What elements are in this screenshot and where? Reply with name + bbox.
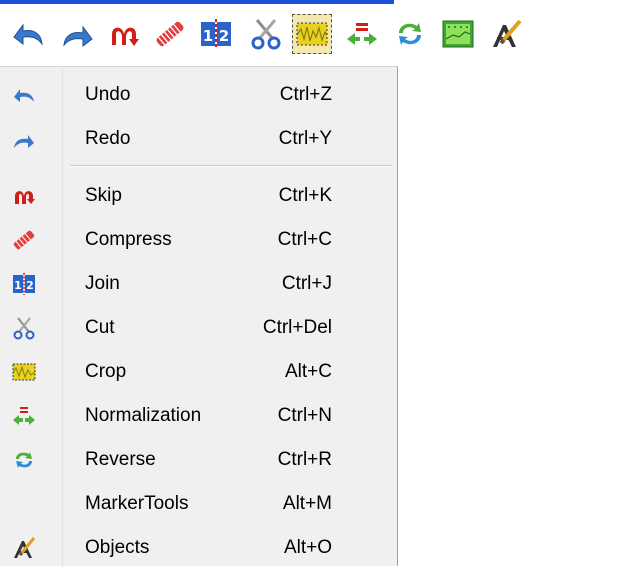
toolbar-redo-button[interactable] <box>58 14 98 54</box>
join-icon: 12 <box>12 272 36 296</box>
menu-item-compress[interactable]: Compress Ctrl+C <box>0 218 396 262</box>
menu-item-normalization[interactable]: Normalization Ctrl+N <box>0 394 396 438</box>
menu-item-reverse[interactable]: Reverse Ctrl+R <box>0 438 396 482</box>
menu-shortcut: Ctrl+Del <box>262 317 332 338</box>
menu-shortcut: Ctrl+N <box>277 405 332 426</box>
menu-shortcut: Ctrl+K <box>278 185 332 206</box>
menu-label: Crop <box>85 361 127 382</box>
toolbar-reverse-button[interactable] <box>390 14 430 54</box>
toolbar-compress-button[interactable] <box>150 14 190 54</box>
undo-icon <box>12 83 36 107</box>
menu-item-cut[interactable]: Cut Ctrl+Del <box>0 306 396 350</box>
menu-label: Skip <box>85 185 122 206</box>
menu-shortcut: Ctrl+Z <box>279 84 332 105</box>
toolbar-cut-button[interactable] <box>246 14 286 54</box>
normalization-icon <box>12 404 36 428</box>
menu-item-crop[interactable]: Crop Alt+C <box>0 350 396 394</box>
menu-item-markertools[interactable]: MarkerTools Alt+M <box>0 482 396 526</box>
menu-label: Undo <box>85 84 131 105</box>
skip-icon <box>112 27 139 46</box>
svg-text:2: 2 <box>26 279 34 292</box>
toolbar-join-button[interactable]: 12 <box>196 14 236 54</box>
menu-label: Redo <box>85 128 131 149</box>
redo-icon <box>63 25 93 48</box>
edit-menu: Undo Ctrl+Z Redo Ctrl+Y Skip Ctrl+K Comp… <box>0 66 398 567</box>
menu-shortcut: Alt+C <box>285 361 332 382</box>
menu-item-redo[interactable]: Redo Ctrl+Y <box>0 117 396 161</box>
toolbar-accent-bar <box>0 0 394 4</box>
svg-text:1: 1 <box>203 27 213 45</box>
menu-item-skip[interactable]: Skip Ctrl+K <box>0 174 396 218</box>
menu-item-objects[interactable]: Objects Alt+O <box>0 526 396 570</box>
objects-icon <box>493 19 522 47</box>
menu-label: MarkerTools <box>85 493 189 514</box>
redo-icon <box>12 127 36 151</box>
svg-text:1: 1 <box>14 279 22 292</box>
cut-icon <box>251 19 281 50</box>
reverse-icon <box>12 448 36 472</box>
markertools-icon <box>442 20 474 48</box>
menu-item-undo[interactable]: Undo Ctrl+Z <box>0 73 396 117</box>
cut-icon <box>12 316 36 340</box>
menu-item-join[interactable]: 12 Join Ctrl+J <box>0 262 396 306</box>
menu-shortcut: Alt+O <box>283 537 332 558</box>
toolbar-markertools-button[interactable] <box>438 14 478 54</box>
toolbar-objects-button[interactable] <box>486 14 526 54</box>
menu-shortcut: Ctrl+C <box>277 229 332 250</box>
skip-icon <box>12 184 36 208</box>
reverse-icon <box>399 23 421 45</box>
menu-separator <box>70 165 392 167</box>
crop-icon <box>12 360 36 384</box>
menu-shortcut: Ctrl+Y <box>278 128 332 149</box>
menu-shortcut: Alt+M <box>282 493 332 514</box>
menu-label: Reverse <box>85 449 156 470</box>
compress-icon <box>12 228 36 252</box>
menu-shortcut: Ctrl+R <box>277 449 332 470</box>
toolbar-normalization-button[interactable] <box>342 14 382 54</box>
toolbar-crop-button[interactable] <box>292 14 332 54</box>
svg-text:2: 2 <box>219 27 229 45</box>
menu-label: Objects <box>85 537 150 558</box>
normalization-icon <box>347 23 377 45</box>
menu-label: Cut <box>85 317 115 338</box>
menu-shortcut: Ctrl+J <box>281 273 332 294</box>
menu-label: Compress <box>85 229 172 250</box>
toolbar: 12 <box>0 0 628 66</box>
toolbar-skip-button[interactable] <box>104 14 144 54</box>
toolbar-undo-button[interactable] <box>8 14 48 54</box>
menu-label: Join <box>85 273 120 294</box>
crop-icon <box>296 22 328 46</box>
join-icon: 12 <box>201 19 231 49</box>
compress-icon <box>156 21 184 47</box>
objects-icon <box>12 536 36 560</box>
menu-label: Normalization <box>85 405 202 426</box>
undo-icon <box>13 23 43 46</box>
